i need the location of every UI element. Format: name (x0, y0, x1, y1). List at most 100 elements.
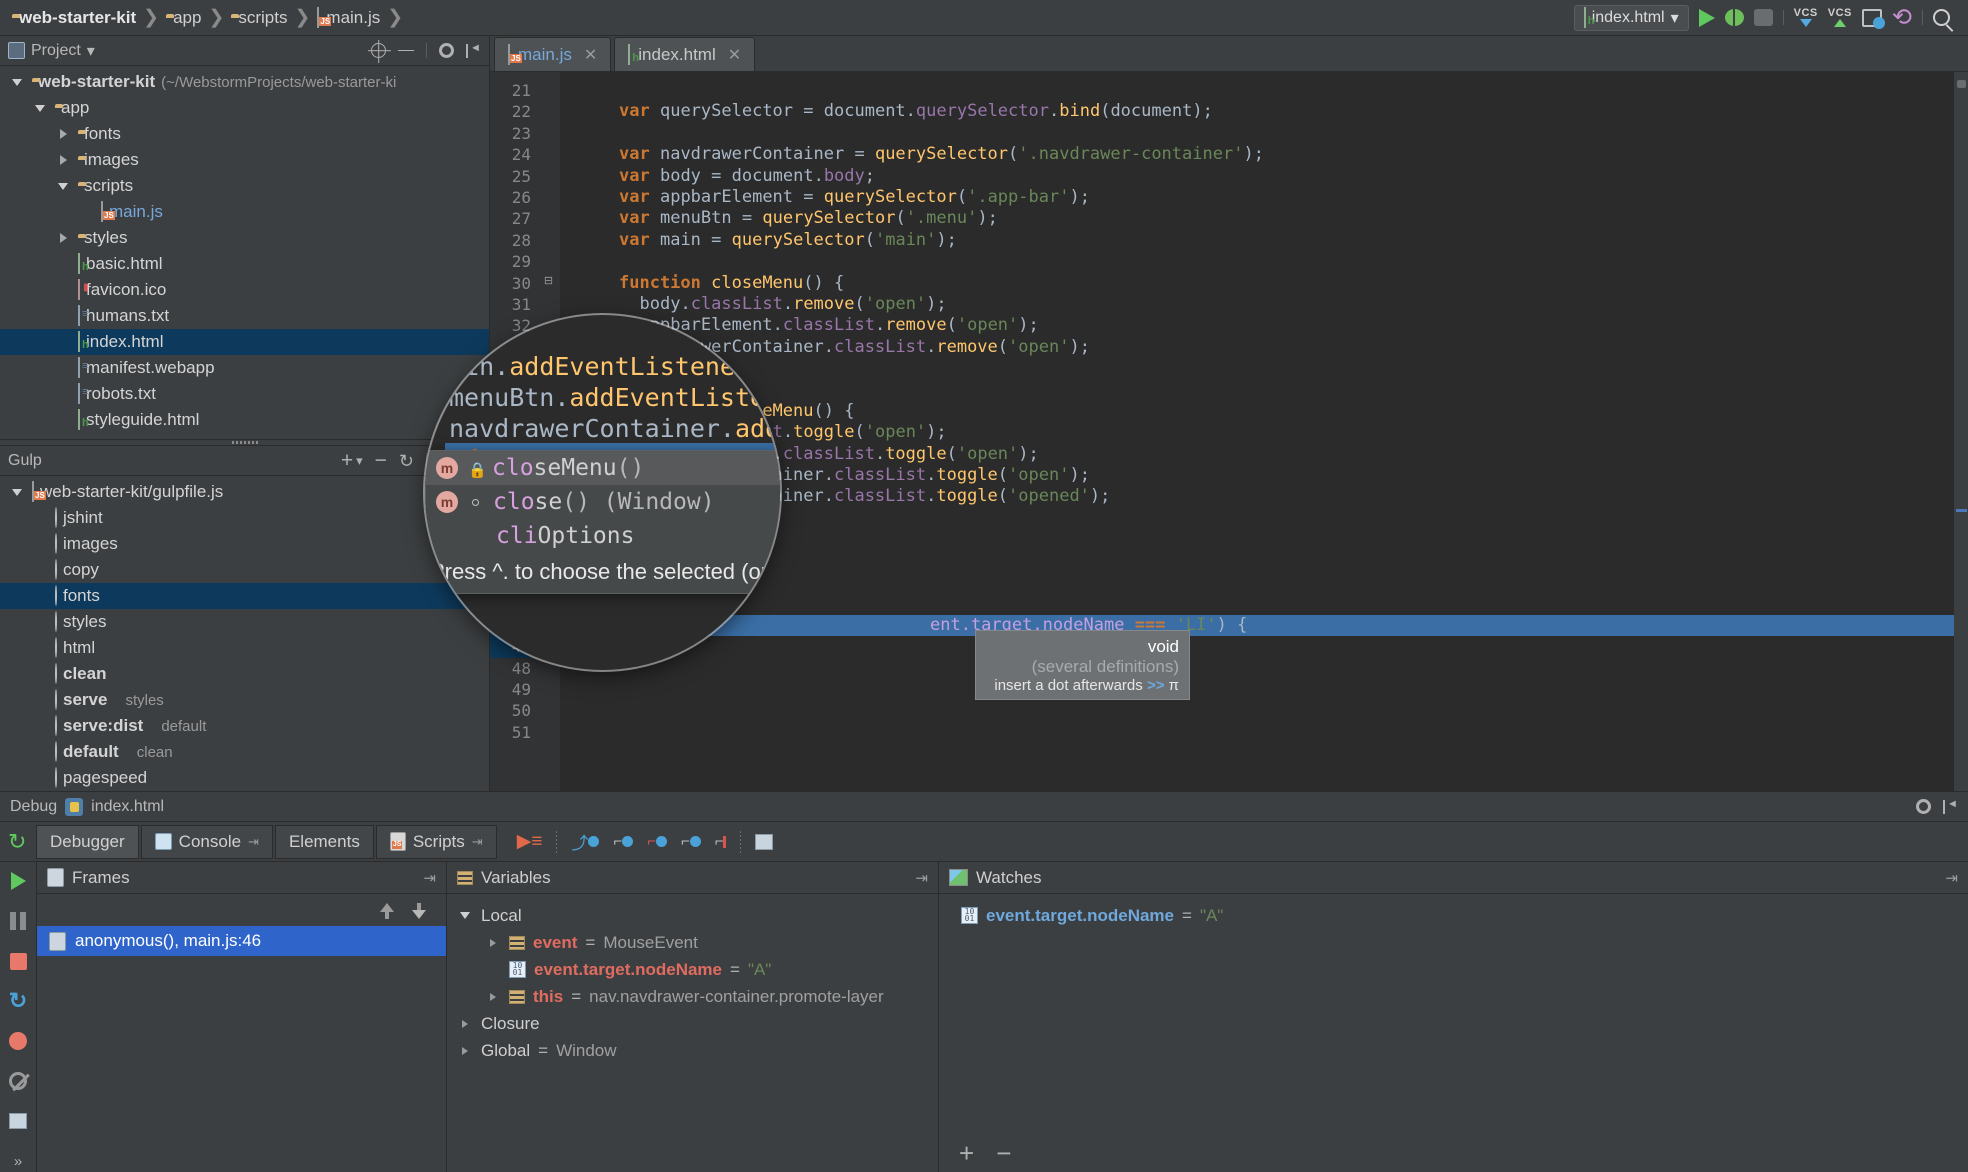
chevron-down-icon[interactable] (457, 912, 473, 919)
watches-list[interactable]: 1001 event.target.nodeName = "A" + − (939, 894, 1968, 1172)
close-icon[interactable]: ✕ (728, 45, 741, 65)
resume-program-icon[interactable] (7, 870, 29, 892)
variable-row[interactable]: Local (447, 902, 938, 929)
run-button[interactable] (1699, 9, 1715, 27)
gulp-task-html[interactable]: html (0, 635, 489, 661)
gulp-task-web-starter-kit-gulpfile-js[interactable]: web-starter-kit/gulpfile.js (0, 479, 489, 505)
step-out-icon[interactable]: ⌐ (681, 833, 701, 850)
gulp-task-styles[interactable]: styles (0, 609, 489, 635)
chevron-down-icon[interactable]: ▾ (87, 41, 95, 61)
breadcrumb-item-file[interactable]: main.js (313, 8, 384, 28)
chevron-right-icon[interactable] (457, 1047, 473, 1055)
add-icon[interactable]: + (341, 450, 353, 471)
refresh-icon[interactable]: ↻ (399, 452, 414, 470)
debug-button[interactable] (1725, 9, 1744, 26)
tool-window-splitter[interactable] (0, 439, 489, 446)
chevron-right-icon[interactable] (54, 155, 72, 165)
breadcrumb-item-scripts[interactable]: scripts (227, 8, 291, 28)
expand-icon[interactable]: » (7, 1150, 29, 1172)
frames-list[interactable]: anonymous(), main.js:46 (37, 894, 446, 1172)
gulp-task-tree[interactable]: web-starter-kit/gulpfile.jsjshintimagesc… (0, 476, 489, 791)
variable-row[interactable]: event=MouseEvent (447, 929, 938, 956)
gulp-task-clean[interactable]: clean (0, 661, 489, 687)
pause-program-icon[interactable] (7, 910, 29, 932)
editor-tab-main-js[interactable]: main.js✕ (494, 37, 611, 71)
chevron-right-icon[interactable] (54, 129, 72, 139)
search-everywhere-button[interactable] (1933, 9, 1950, 26)
evaluate-expression-icon[interactable] (755, 834, 773, 850)
gulp-task-fonts[interactable]: fonts (0, 583, 489, 609)
step-into-icon[interactable]: ⌐ (613, 833, 633, 850)
editor-scrollbar[interactable] (1954, 72, 1968, 791)
run-configuration-selector[interactable]: index.html ▾ (1574, 5, 1689, 31)
chevron-right-icon[interactable] (485, 993, 501, 1001)
detach-icon[interactable]: ⇥ (423, 869, 436, 887)
editor-tab-index-html[interactable]: index.html✕ (614, 37, 755, 71)
tree-item-styleguide-html[interactable]: styleguide.html (0, 407, 489, 433)
tree-item-scripts[interactable]: scripts (0, 173, 489, 199)
detach-icon[interactable]: ⇥ (915, 869, 928, 887)
chevron-down-icon[interactable] (8, 79, 26, 86)
watch-row[interactable]: 1001 event.target.nodeName = "A" (939, 902, 1968, 929)
gulp-task-jshint[interactable]: jshint (0, 505, 489, 531)
variable-row[interactable]: this=nav.navdrawer-container.promote-lay… (447, 983, 938, 1010)
update-project-button[interactable] (1862, 9, 1882, 27)
breadcrumb-item-app[interactable]: app (162, 8, 205, 28)
step-over-icon[interactable]: ⤴ (571, 829, 599, 854)
move-up-icon[interactable] (380, 903, 394, 919)
chevron-right-icon[interactable] (457, 1020, 473, 1028)
mute-breakpoints-icon[interactable] (7, 1070, 29, 1092)
detach-icon[interactable]: ⇥ (1945, 869, 1958, 887)
autocomplete-item-clioptions[interactable]: m cliOptions (426, 519, 780, 553)
chevron-right-icon[interactable] (485, 939, 501, 947)
fold-collapse-icon[interactable]: ⊟ (542, 275, 555, 288)
tree-item-images[interactable]: images (0, 147, 489, 173)
tree-item-styles[interactable]: styles (0, 225, 489, 251)
chevron-right-icon[interactable] (54, 233, 72, 243)
run-to-cursor-icon[interactable]: ⌐ (715, 833, 727, 850)
undo-button[interactable]: ⟲ (1892, 6, 1912, 30)
gulp-task-images[interactable]: images (0, 531, 489, 557)
hide-window-icon[interactable] (466, 44, 481, 58)
variable-row[interactable]: 1001event.target.nodeName="A" (447, 956, 938, 983)
vcs-commit-button[interactable]: VCS (1828, 8, 1852, 27)
gulp-task-copy[interactable]: copy (0, 557, 489, 583)
variable-row[interactable]: Closure (447, 1010, 938, 1037)
tab-console[interactable]: Console ⇥ (141, 825, 273, 859)
remove-watch-button[interactable]: − (996, 1140, 1011, 1166)
move-down-icon[interactable] (412, 903, 426, 919)
breadcrumb-item-project[interactable]: web-starter-kit (8, 8, 140, 28)
chevron-down-icon[interactable]: ▾ (356, 453, 363, 469)
tree-item-web-starter-kit[interactable]: web-starter-kit (~/WebstormProjects/web-… (0, 69, 489, 95)
gulp-task-serve[interactable]: servestyles (0, 687, 489, 713)
stop-icon[interactable] (7, 950, 29, 972)
scrollbar-thumb[interactable] (1957, 80, 1966, 88)
autocomplete-item-closemenu[interactable]: m 🔒 closeMenu() (426, 451, 780, 485)
settings-icon[interactable] (7, 1110, 29, 1132)
tree-item-favicon-ico[interactable]: favicon.ico (0, 277, 489, 303)
gulp-task-serve-dist[interactable]: serve:distdefault (0, 713, 489, 739)
view-breakpoints-icon[interactable] (7, 1030, 29, 1052)
chevron-down-icon[interactable] (8, 489, 26, 496)
tab-elements[interactable]: Elements (275, 825, 374, 859)
tree-item-fonts[interactable]: fonts (0, 121, 489, 147)
variable-row[interactable]: Global=Window (447, 1037, 938, 1064)
variables-tree[interactable]: Localevent=MouseEvent1001event.target.no… (447, 894, 938, 1172)
chevron-down-icon[interactable] (54, 183, 72, 190)
collapse-all-icon[interactable] (398, 44, 414, 58)
rerun-icon[interactable]: ↻ (8, 829, 26, 855)
tree-item-humans-txt[interactable]: humans.txt (0, 303, 489, 329)
tab-scripts[interactable]: Scripts ⇥ (376, 825, 497, 859)
scroll-from-source-icon[interactable] (371, 43, 386, 58)
settings-gear-icon[interactable] (439, 43, 454, 58)
tree-item-manifest-webapp[interactable]: manifest.webapp (0, 355, 489, 381)
tree-item-robots-txt[interactable]: robots.txt (0, 381, 489, 407)
settings-gear-icon[interactable] (1916, 799, 1931, 814)
vcs-update-button[interactable]: VCS (1794, 8, 1818, 27)
coverage-button[interactable] (1754, 9, 1773, 26)
gulp-task-pagespeed[interactable]: pagespeed (0, 765, 489, 791)
show-execution-point-icon[interactable]: ▶≡ (517, 830, 543, 853)
remove-icon[interactable]: − (375, 450, 387, 471)
hide-window-icon[interactable] (1943, 800, 1958, 814)
tree-item-index-html[interactable]: index.html (0, 329, 489, 355)
